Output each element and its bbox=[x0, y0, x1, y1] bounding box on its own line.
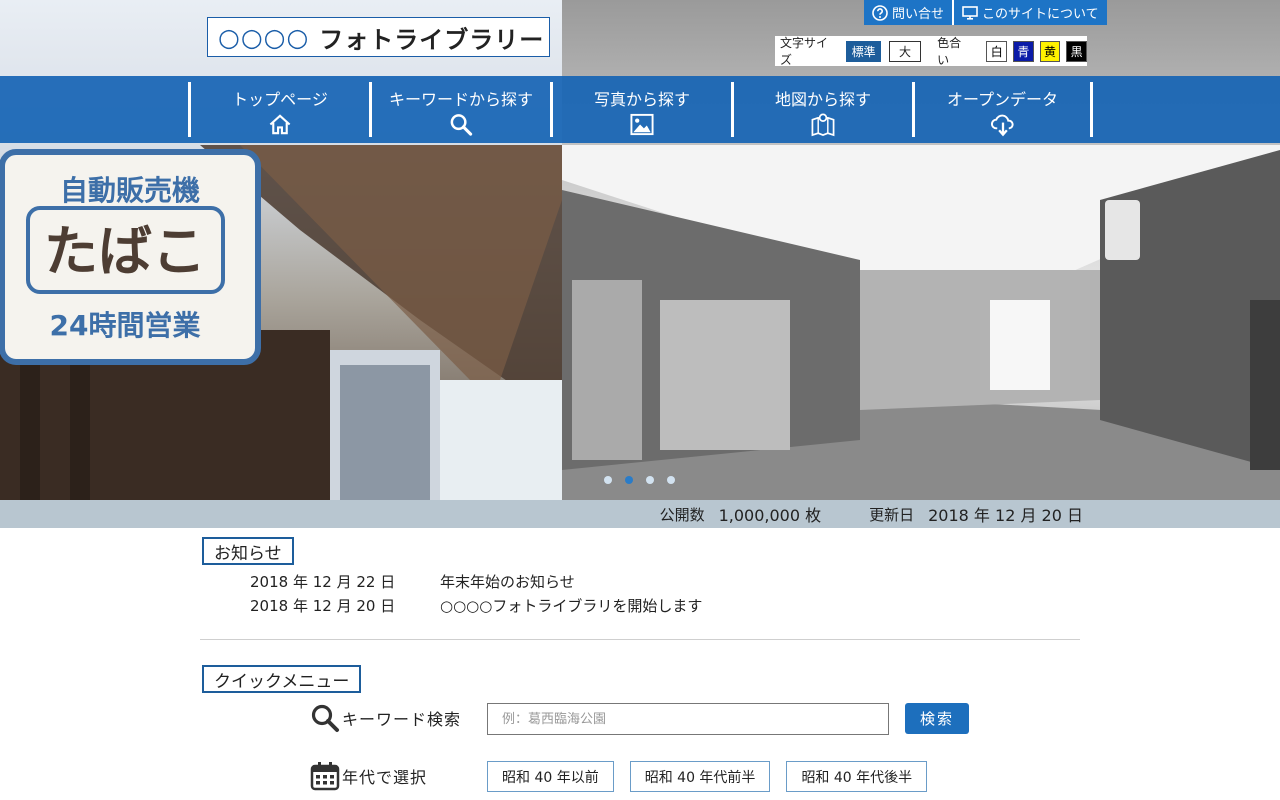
main-nav: トップページ キーワードから探す 写真から探す 地図から探す オープンデータ bbox=[0, 76, 1280, 143]
slide-dot-active[interactable] bbox=[625, 476, 633, 484]
logo-text: フォトライブラリー bbox=[319, 25, 545, 54]
keyword-search-label: キーワード検索 bbox=[342, 710, 462, 729]
public-count-label: 公開数 bbox=[659, 505, 705, 524]
updated-date-value: 2018 年 12 月 20 日 bbox=[928, 506, 1083, 525]
font-size-label: 文字サイズ bbox=[780, 36, 829, 67]
era-button-showa-40s-early[interactable]: 昭和 40 年代前半 bbox=[629, 761, 771, 792]
top-links: 問い合せ このサイトについて bbox=[864, 0, 1107, 25]
about-site-link[interactable]: このサイトについて bbox=[952, 0, 1107, 25]
search-button[interactable]: 検索 bbox=[905, 703, 969, 734]
search-icon bbox=[450, 114, 473, 136]
public-count-value: 1,000,000 枚 bbox=[718, 506, 822, 525]
era-button-showa-40s-late[interactable]: 昭和 40 年代後半 bbox=[786, 761, 928, 792]
font-standard-button[interactable]: 標準 bbox=[846, 40, 881, 62]
news-section-title: お知らせ bbox=[202, 537, 294, 565]
updated-date-label: 更新日 bbox=[869, 505, 915, 524]
quick-menu-title: クイックメニュー bbox=[202, 665, 362, 693]
slide-dot[interactable] bbox=[667, 476, 675, 484]
nav-item-label: キーワードから探す bbox=[388, 90, 533, 109]
nav-item-label: 写真から探す bbox=[593, 90, 690, 109]
monitor-icon bbox=[962, 5, 978, 21]
contact-link-label: 問い合せ bbox=[892, 7, 945, 22]
list-item[interactable]: 2018 年 12 月 20 日 ○○○○フォトライブラリを開始します bbox=[250, 594, 702, 618]
search-icon bbox=[311, 704, 339, 732]
sign-bottom-text: 24時間営業 bbox=[50, 309, 201, 342]
hero-photo-illustration: 自動販売機 たばこ 24時間営業 bbox=[0, 145, 1280, 500]
image-icon bbox=[630, 113, 654, 136]
era-select-label: 年代で選択 bbox=[342, 768, 428, 787]
color-yellow-button[interactable]: 黄 bbox=[1039, 40, 1061, 62]
list-item[interactable]: 2018 年 12 月 22 日 年末年始のお知らせ bbox=[250, 570, 702, 594]
nav-item-label: トップページ bbox=[232, 90, 328, 109]
nav-item-keyword-search[interactable]: キーワードから探す bbox=[369, 82, 550, 137]
stats-bar: 公開数 1,000,000 枚 更新日 2018 年 12 月 20 日 bbox=[0, 500, 1280, 528]
news-date: 2018 年 12 月 20 日 bbox=[250, 597, 396, 615]
question-circle-icon bbox=[872, 4, 888, 21]
era-buttons: 昭和 40 年以前 昭和 40 年代前半 昭和 40 年代後半 bbox=[487, 761, 928, 792]
calendar-icon bbox=[310, 762, 340, 791]
color-white-button[interactable]: 白 bbox=[986, 40, 1008, 62]
slide-dot[interactable] bbox=[646, 476, 654, 484]
logo-mark: ○○○○ bbox=[218, 22, 310, 52]
nav-item-label: 地図から探す bbox=[774, 90, 871, 109]
nav-item-open-data[interactable]: オープンデータ bbox=[912, 82, 1093, 137]
about-site-link-label: このサイトについて bbox=[982, 7, 1099, 22]
keyword-search-input[interactable] bbox=[487, 703, 889, 735]
era-button-before-showa-40[interactable]: 昭和 40 年以前 bbox=[487, 761, 614, 792]
font-large-button[interactable]: 大 bbox=[888, 40, 922, 62]
news-text[interactable]: 年末年始のお知らせ bbox=[440, 570, 575, 594]
hero-slideshow: 自動販売機 たばこ 24時間営業 bbox=[0, 0, 1280, 500]
era-select-label-row: 年代で選択 bbox=[310, 761, 427, 791]
contact-link[interactable]: 問い合せ bbox=[864, 0, 952, 25]
home-icon bbox=[269, 114, 291, 135]
display-settings: 文字サイズ 標準 大 色合い 白 青 黄 黒 bbox=[775, 36, 1087, 67]
nav-item-top-page[interactable]: トップページ bbox=[188, 82, 369, 137]
color-black-button[interactable]: 黒 bbox=[1066, 40, 1087, 62]
map-icon bbox=[811, 113, 835, 137]
nav-item-photo-search[interactable]: 写真から探す bbox=[550, 82, 731, 137]
color-blue-button[interactable]: 青 bbox=[1013, 40, 1034, 62]
news-list: 2018 年 12 月 22 日 年末年始のお知らせ 2018 年 12 月 2… bbox=[250, 570, 702, 618]
site-logo[interactable]: ○○○○ フォトライブラリー bbox=[207, 17, 550, 57]
color-scheme-label: 色合い bbox=[937, 36, 962, 67]
keyword-search-label-row: キーワード検索 bbox=[310, 703, 461, 733]
section-divider bbox=[200, 639, 1080, 640]
cloud-download-icon bbox=[990, 114, 1014, 137]
slide-dot[interactable] bbox=[604, 476, 612, 484]
news-date: 2018 年 12 月 22 日 bbox=[250, 573, 396, 591]
news-text[interactable]: ○○○○フォトライブラリを開始します bbox=[440, 594, 702, 618]
nav-item-label: オープンデータ bbox=[946, 90, 1059, 109]
sign-top-text: 自動販売機 bbox=[60, 174, 200, 207]
nav-item-map-search[interactable]: 地図から探す bbox=[731, 82, 912, 137]
sign-main-text: たばこ bbox=[44, 220, 206, 283]
slide-indicators bbox=[604, 476, 675, 484]
